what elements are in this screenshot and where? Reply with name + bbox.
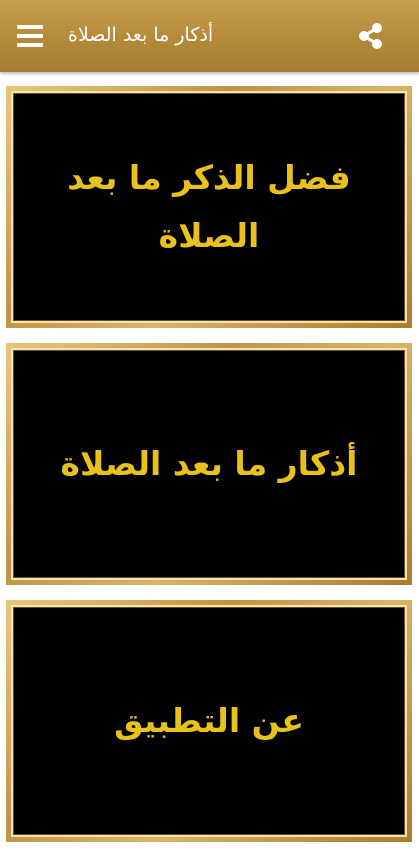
app-title: أذكار ما بعد الصلاة [68,24,214,46]
card-label: عن التطبيق [114,701,304,740]
card-panel: أذكار ما بعد الصلاة [11,348,407,580]
menu-card-about-app[interactable]: عن التطبيق [6,600,412,842]
menu-line [17,43,43,47]
card-panel: عن التطبيق [11,605,407,837]
menu-card-virtue-of-dhikr[interactable]: فضل الذكر ما بعد الصلاة [6,86,412,328]
card-panel: فضل الذكر ما بعد الصلاة [11,91,407,323]
menu-line [17,25,43,29]
hamburger-menu-icon[interactable] [15,22,45,50]
menu-card-adhkar[interactable]: أذكار ما بعد الصلاة [6,343,412,585]
app-bar: أذكار ما بعد الصلاة [0,0,419,72]
card-label: أذكار ما بعد الصلاة [60,444,358,483]
share-icon[interactable] [355,20,387,52]
card-label: فضل الذكر ما بعد الصلاة [67,158,351,255]
menu-line [17,34,43,38]
